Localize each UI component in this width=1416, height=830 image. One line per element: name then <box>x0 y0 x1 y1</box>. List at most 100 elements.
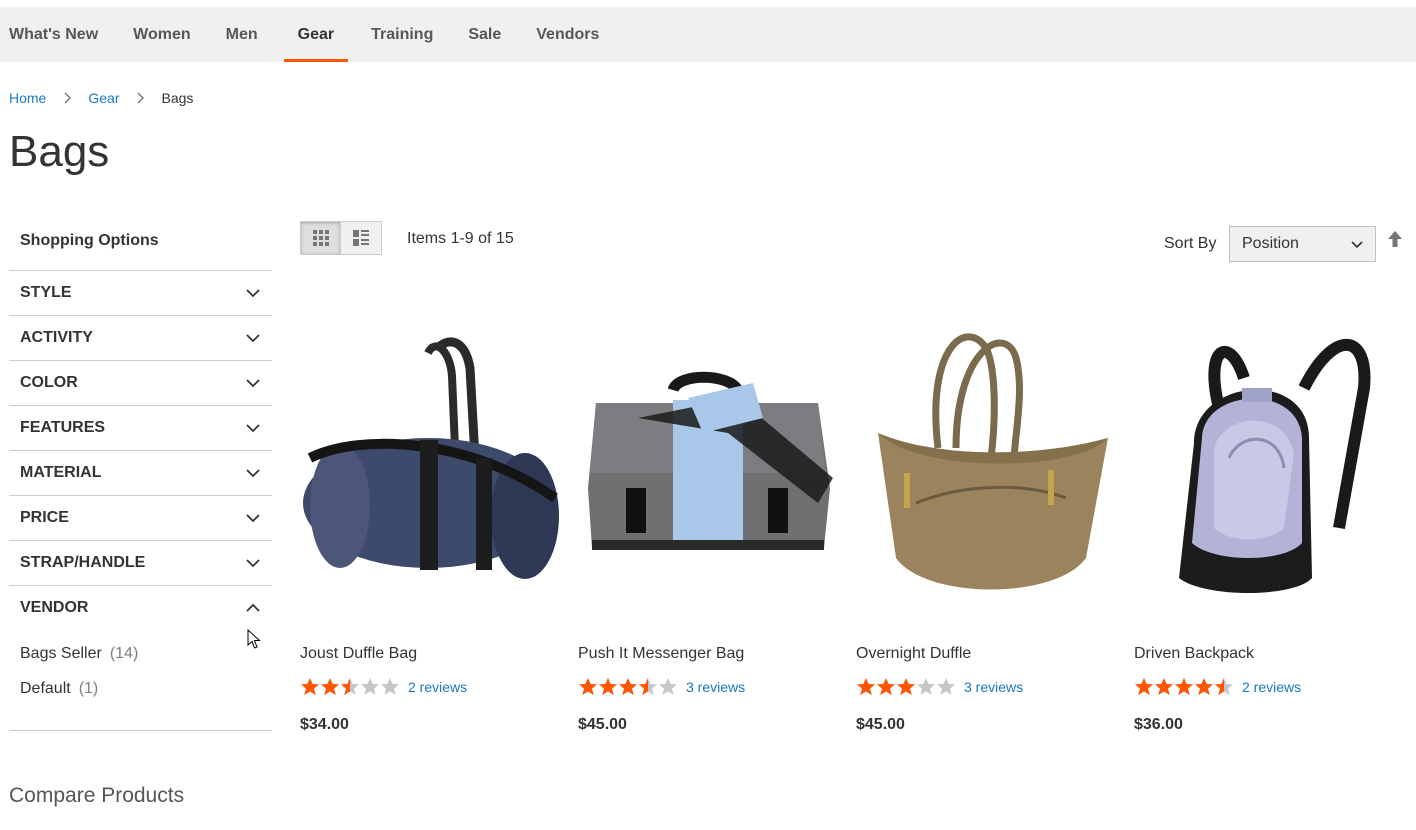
breadcrumb-current: Bags <box>161 90 194 106</box>
product-image[interactable] <box>1134 308 1396 628</box>
star-icon <box>619 678 637 695</box>
product-item: Joust Duffle Bag 2 reviews $34.00 <box>300 308 562 734</box>
filter-label: STRAP/HANDLE <box>20 554 146 571</box>
vendor-option-label: Default <box>20 679 71 697</box>
product-image[interactable] <box>578 308 840 628</box>
chevron-down-icon <box>245 465 261 481</box>
star-icon <box>1215 678 1233 695</box>
star-icon <box>301 678 319 695</box>
chevron-down-icon <box>245 420 261 436</box>
star-icon <box>579 678 597 695</box>
star-icon <box>937 678 955 695</box>
reviews-link[interactable]: 3 reviews <box>964 679 1023 695</box>
compare-products-title: Compare Products <box>9 784 185 807</box>
breadcrumb-gear[interactable]: Gear <box>88 90 119 106</box>
product-rating: 2 reviews <box>300 677 562 697</box>
filter-vendor[interactable]: VENDOR <box>9 585 272 630</box>
star-icon <box>917 678 935 695</box>
star-icon <box>361 678 379 695</box>
vendor-option-count: (14) <box>109 644 139 662</box>
chevron-right-icon <box>63 92 72 104</box>
tote-duffle-image <box>878 333 1108 590</box>
star-icon <box>857 678 875 695</box>
breadcrumb-home[interactable]: Home <box>9 90 46 106</box>
chevron-down-icon <box>245 330 261 346</box>
nav-item-vendors[interactable]: Vendors <box>527 7 611 62</box>
list-view-button[interactable] <box>341 221 382 255</box>
star-icon <box>321 678 339 695</box>
filter-features[interactable]: FEATURES <box>9 405 272 450</box>
star-icon <box>897 678 915 695</box>
star-icon <box>381 678 399 695</box>
filter-label: PRICE <box>20 509 69 526</box>
mouse-cursor-icon <box>247 629 261 649</box>
breadcrumb: Home Gear Bags <box>9 90 193 106</box>
filter-style[interactable]: STYLE <box>9 270 272 315</box>
vendor-option-default[interactable]: Default (1) <box>20 671 261 706</box>
chevron-down-icon <box>245 285 261 301</box>
sort-by-label: Sort By <box>1164 235 1217 252</box>
filter-label: COLOR <box>20 374 78 391</box>
star-icon <box>659 678 677 695</box>
grid-view-button[interactable] <box>300 221 341 255</box>
nav-item-training[interactable]: Training <box>362 7 445 62</box>
items-count: Items 1-9 of 15 <box>407 230 514 247</box>
sort-by-value: Position <box>1242 235 1299 252</box>
nav-item-whats-new[interactable]: What's New <box>0 7 110 62</box>
vendor-options: Bags Seller (14) Default (1) <box>9 630 272 731</box>
chevron-up-icon <box>245 600 261 616</box>
star-icon <box>1195 678 1213 695</box>
product-price: $45.00 <box>578 716 627 733</box>
nav-item-men[interactable]: Men <box>217 7 270 62</box>
chevron-down-icon <box>245 510 261 526</box>
product-name[interactable]: Overnight Duffle <box>856 645 1118 667</box>
vendor-option-bags-seller[interactable]: Bags Seller (14) <box>20 636 261 671</box>
product-rating: 3 reviews <box>856 677 1118 697</box>
product-name[interactable]: Joust Duffle Bag <box>300 645 562 667</box>
duffle-bag-image <box>303 337 559 579</box>
chevron-right-icon <box>136 92 145 104</box>
filter-price[interactable]: PRICE <box>9 495 272 540</box>
filter-material[interactable]: MATERIAL <box>9 450 272 495</box>
product-price: $36.00 <box>1134 716 1183 733</box>
sort-by-select[interactable]: Position <box>1229 226 1376 262</box>
nav-item-sale[interactable]: Sale <box>459 7 513 62</box>
filter-label: FEATURES <box>20 419 106 436</box>
rating-stars <box>1134 677 1234 697</box>
product-name[interactable]: Driven Backpack <box>1134 645 1396 667</box>
page-title: Bags <box>9 127 110 176</box>
chevron-down-icon <box>245 555 261 571</box>
filter-label: VENDOR <box>20 599 89 616</box>
reviews-link[interactable]: 3 reviews <box>686 679 745 695</box>
nav-item-women[interactable]: Women <box>124 7 202 62</box>
star-icon <box>877 678 895 695</box>
product-image[interactable] <box>856 308 1118 628</box>
filter-label: STYLE <box>20 284 72 301</box>
product-rating: 2 reviews <box>1134 677 1396 697</box>
view-mode-switcher <box>300 221 382 255</box>
filter-activity[interactable]: ACTIVITY <box>9 315 272 360</box>
product-image[interactable] <box>300 308 562 628</box>
reviews-link[interactable]: 2 reviews <box>408 679 467 695</box>
rating-stars <box>300 677 400 697</box>
product-name[interactable]: Push It Messenger Bag <box>578 645 840 667</box>
star-icon <box>639 678 657 695</box>
nav-item-gear[interactable]: Gear <box>283 7 349 62</box>
product-item: Driven Backpack 2 reviews $36.00 <box>1134 308 1396 734</box>
filter-strap-handle[interactable]: STRAP/HANDLE <box>9 540 272 585</box>
star-icon <box>1175 678 1193 695</box>
filter-color[interactable]: COLOR <box>9 360 272 405</box>
messenger-bag-image <box>588 371 833 550</box>
chevron-down-icon <box>1351 241 1363 249</box>
chevron-down-icon <box>245 375 261 391</box>
product-item: Push It Messenger Bag 3 reviews $45.00 <box>578 308 840 734</box>
rating-stars <box>856 677 956 697</box>
filter-sidebar: Shopping Options STYLE ACTIVITY COLOR FE… <box>9 222 272 731</box>
reviews-link[interactable]: 2 reviews <box>1242 679 1301 695</box>
list-icon <box>353 230 369 246</box>
product-rating: 3 reviews <box>578 677 840 697</box>
vendor-option-count: (1) <box>78 679 99 697</box>
top-navigation: What's New Women Men Gear Training Sale … <box>0 7 1416 62</box>
rating-stars <box>578 677 678 697</box>
sort-direction-arrow-icon[interactable] <box>1387 230 1403 248</box>
